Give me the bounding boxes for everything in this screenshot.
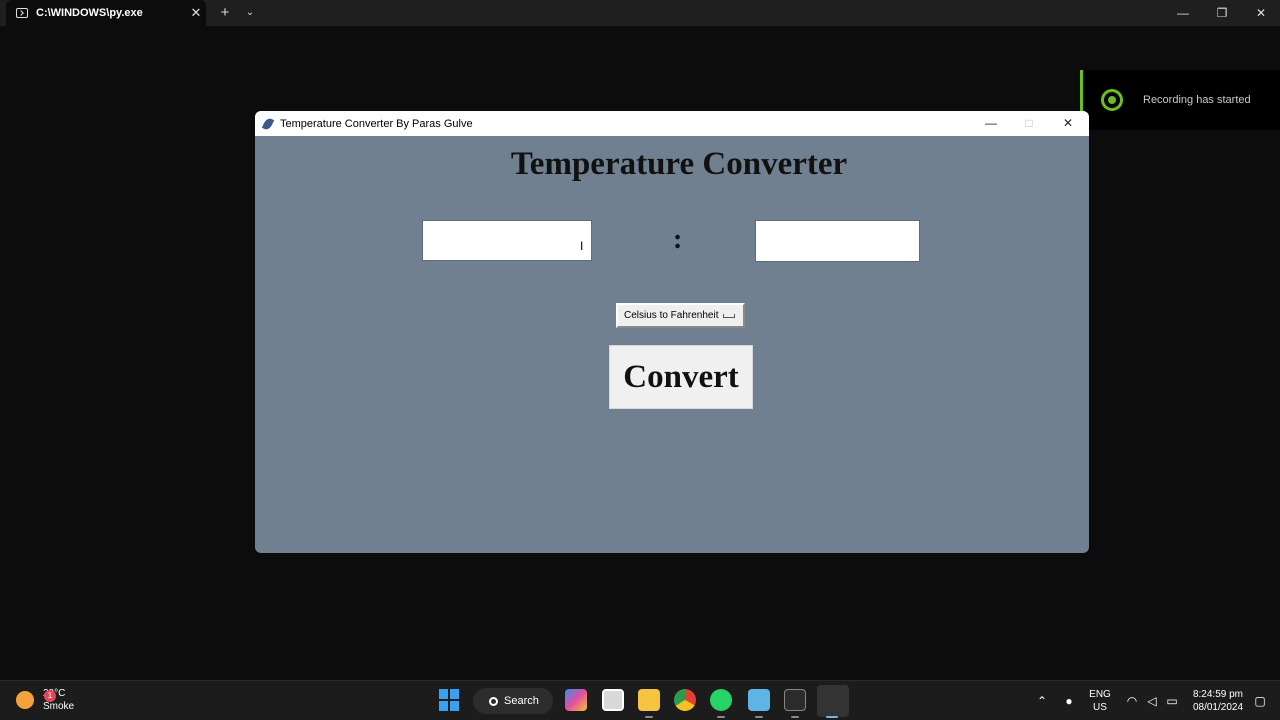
recording-notification-text: Recording has started — [1143, 94, 1251, 106]
running-indicator — [791, 716, 799, 718]
terminal-minimize-button[interactable]: — — [1163, 0, 1203, 26]
chevron-up-icon[interactable]: ⌃ — [1034, 693, 1050, 709]
weather-widget[interactable]: 1 28°C Smoke — [16, 687, 74, 713]
language-bottom: US — [1093, 702, 1107, 713]
conversion-option-menu[interactable]: Celsius to Fahrenheit — [616, 303, 745, 328]
terminal-tab-title: C:\WINDOWS\py.exe — [36, 7, 143, 19]
window-maximize-button: □ — [1025, 116, 1033, 130]
text-cursor-icon: I — [580, 239, 584, 253]
task-view-icon[interactable] — [602, 689, 624, 711]
tk-feather-icon — [261, 116, 275, 131]
language-top: ENG — [1089, 689, 1111, 700]
language-indicator[interactable]: ENG US — [1086, 688, 1114, 714]
chrome-icon[interactable] — [674, 689, 696, 711]
terminal-maximize-button[interactable]: ❐ — [1202, 0, 1242, 26]
conversion-option-label: Celsius to Fahrenheit — [624, 310, 719, 321]
running-indicator — [755, 716, 763, 718]
terminal-titlebar: C:\WINDOWS\py.exe ✕ + ⌄ — ❐ ✕ — [0, 0, 1280, 26]
file-explorer-icon[interactable] — [638, 689, 660, 711]
terminal-icon[interactable] — [784, 689, 806, 711]
temperature-input-field[interactable] — [422, 220, 592, 261]
volume-icon[interactable]: ◁ — [1144, 693, 1160, 709]
new-tab-button[interactable]: + — [216, 3, 234, 23]
weather-condition: Smoke — [43, 701, 75, 712]
windows-start-icon[interactable] — [439, 689, 461, 711]
temperature-input[interactable] — [423, 221, 591, 260]
taskbar-search[interactable]: Search — [473, 688, 553, 714]
battery-icon[interactable]: ▭ — [1164, 693, 1180, 709]
result-output-field[interactable] — [755, 220, 920, 262]
window-minimize-button[interactable]: — — [972, 111, 1010, 136]
terminal-close-button[interactable]: ✕ — [1241, 0, 1280, 26]
weather-icon — [16, 691, 34, 709]
result-output[interactable] — [756, 221, 919, 261]
window-titlebar: Temperature Converter By Paras Gulve — □… — [255, 111, 1089, 136]
notification-center-icon[interactable]: ▢ — [1252, 693, 1268, 709]
clock-date: 08/01/2024 — [1192, 702, 1244, 713]
window-close-button[interactable]: ✕ — [1049, 111, 1087, 136]
copilot-icon[interactable] — [565, 689, 587, 711]
whatsapp-icon[interactable] — [710, 689, 732, 711]
window-title: Temperature Converter By Paras Gulve — [280, 117, 473, 130]
clock[interactable]: 8:24:59 pm 08/01/2024 — [1186, 688, 1250, 714]
taskbar: 1 28°C Smoke Search ⌃ ● ENG US ◠ ◁ ▭ 8:2… — [0, 680, 1280, 720]
option-indicator-icon — [723, 314, 735, 318]
weather-badge: 1 — [44, 690, 56, 702]
microphone-icon[interactable]: ● — [1061, 693, 1077, 709]
notepad-icon[interactable] — [748, 689, 770, 711]
wifi-icon[interactable]: ◠ — [1124, 693, 1140, 709]
convert-button[interactable]: Convert — [609, 345, 753, 409]
active-indicator — [826, 716, 838, 718]
python-app-icon[interactable] — [817, 685, 849, 717]
tab-dropdown-button[interactable]: ⌄ — [242, 3, 258, 23]
clock-time: 8:24:59 pm — [1192, 689, 1244, 700]
search-label: Search — [504, 695, 539, 707]
app-heading: Temperature Converter — [510, 146, 848, 182]
running-indicator — [645, 716, 653, 718]
separator-colon: : — [673, 224, 683, 255]
tab-close-icon[interactable]: ✕ — [186, 5, 206, 21]
temperature-converter-window: Temperature Converter By Paras Gulve — □… — [255, 111, 1089, 553]
running-indicator — [717, 716, 725, 718]
terminal-tab[interactable]: C:\WINDOWS\py.exe ✕ — [6, 0, 206, 26]
search-icon — [489, 696, 498, 706]
recording-icon — [1101, 89, 1123, 111]
recording-notification[interactable]: Recording has started — [1080, 70, 1280, 130]
terminal-tab-icon — [16, 8, 28, 18]
